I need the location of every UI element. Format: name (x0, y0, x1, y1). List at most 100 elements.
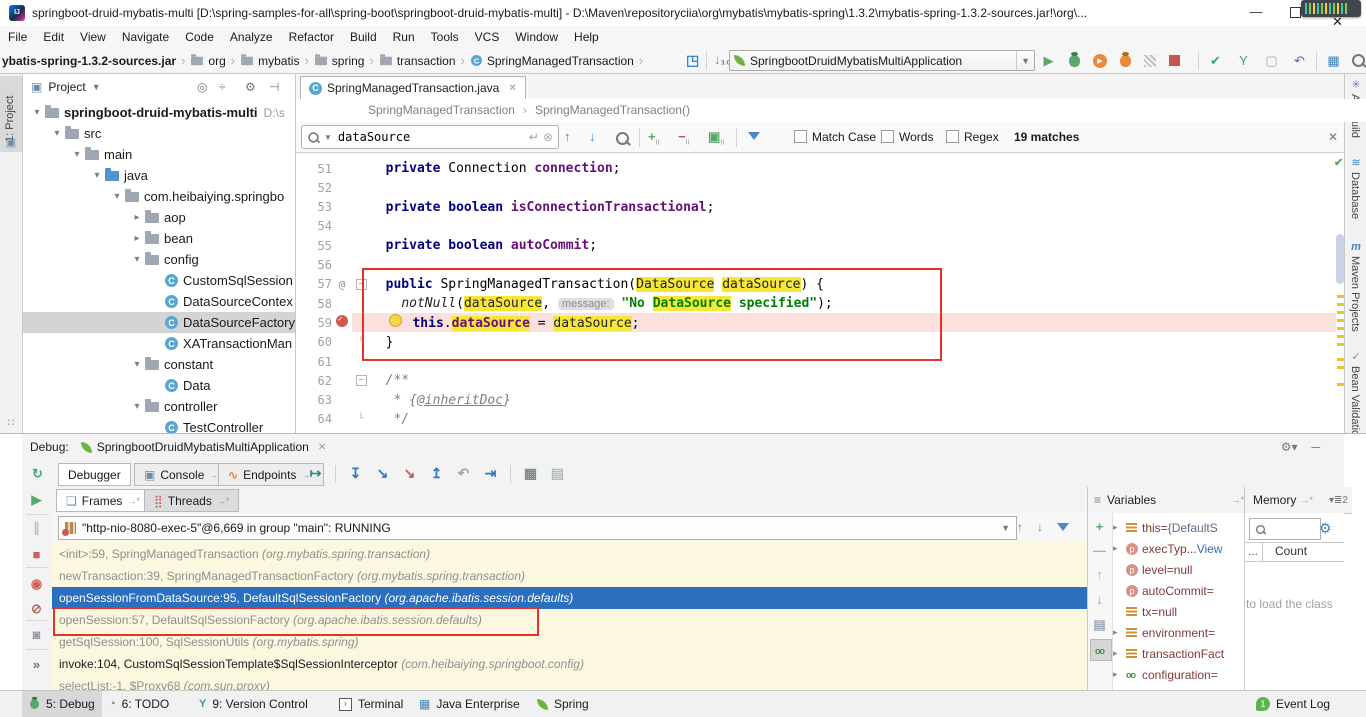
tree-item-com.heibaiying.springbo[interactable]: ▾com.heibaiying.springbo (23, 186, 295, 207)
stripe-mark[interactable] (1337, 327, 1344, 330)
variable-this[interactable]: ▸this = {DefaultS (1113, 517, 1245, 538)
gear-icon[interactable]: ⚙▾ (1281, 440, 1298, 454)
tree-chevron-icon[interactable]: ▾ (29, 107, 45, 118)
stop-button[interactable] (1169, 55, 1180, 66)
breadcrumb-item[interactable]: spring (314, 54, 365, 68)
copy-button[interactable]: ▤ (1092, 617, 1107, 632)
clear-search-icon[interactable]: ⊗ (543, 130, 553, 144)
tree-chevron-icon[interactable]: ▾ (89, 170, 105, 181)
tree-item-datasourcefactory[interactable]: CDataSourceFactory (23, 312, 295, 333)
resume-button[interactable]: ▶ (29, 492, 44, 507)
code-line-58[interactable]: 58 notNull(dataSource, message: "No Data… (296, 294, 1336, 313)
tree-item-customsqlsession[interactable]: CCustomSqlSession (23, 270, 295, 291)
tab-threads[interactable]: ⣿Threads→* (144, 489, 239, 512)
variable-level[interactable]: plevel = null (1113, 559, 1245, 580)
code-line-61[interactable]: 61 (296, 352, 1336, 371)
toolwindow-spring-button[interactable]: Spring (530, 691, 596, 717)
gear-icon[interactable]: ⚙ (1319, 520, 1332, 537)
editor-scrollbar-thumb[interactable] (1336, 234, 1344, 284)
remove-selection-icon[interactable]: −II (678, 129, 689, 147)
tree-chevron-icon[interactable]: ▾ (129, 359, 145, 370)
toolwindow-java-enterprise-button[interactable]: ▦ Java Enterprise (412, 691, 527, 717)
stack-frame[interactable]: <init>:59, SpringManagedTransaction (org… (52, 543, 1087, 565)
mute-breakpoints-button[interactable]: ⊘ (29, 601, 44, 616)
tree-chevron-icon[interactable]: ▸ (129, 233, 145, 244)
stack-frame[interactable]: getSqlSession:100, SqlSessionUtils (org.… (52, 631, 1087, 653)
layout-icon[interactable]: ▾≣2 (1329, 495, 1348, 506)
error-stripe[interactable] (1337, 153, 1344, 433)
regex-checkbox[interactable]: Regex (946, 130, 999, 144)
stripe-mark[interactable] (1337, 303, 1344, 306)
breadcrumb-class[interactable]: SpringManagedTransaction (368, 103, 515, 117)
tree-chevron-icon[interactable]: ▾ (69, 149, 85, 160)
more-button[interactable]: » (29, 657, 44, 672)
toolwindow-terminal-button[interactable]: › Terminal (332, 691, 410, 717)
tree-item-src[interactable]: ▾src (23, 123, 295, 144)
expand-chevron-icon[interactable]: ▸ (1113, 522, 1126, 533)
select-all-occurrences-icon[interactable]: ▣II (708, 129, 724, 147)
toolwindow-project-tab[interactable]: 1: Project (4, 80, 16, 142)
code-line-60[interactable]: 60└ } (296, 333, 1336, 352)
float-icon[interactable]: →* (1231, 495, 1244, 505)
toolwindow-database-tab[interactable]: Database (1349, 172, 1361, 230)
code-line-59[interactable]: 59 this.dataSource = dataSource; (296, 313, 1336, 332)
tree-chevron-icon[interactable]: ▾ (109, 191, 125, 202)
up-frame-icon[interactable]: ↑ (1017, 520, 1023, 534)
menu-analyze[interactable]: Analyze (222, 26, 281, 48)
tab-debugger[interactable]: Debugger (58, 463, 131, 486)
tree-chevron-icon[interactable]: ▾ (129, 254, 145, 265)
step-over-icon[interactable]: ↧ (348, 466, 363, 481)
toolwindow-todo-button[interactable]: ◔ 6: TODO (102, 691, 176, 717)
debug-button[interactable] (1069, 55, 1080, 67)
memory-search-field[interactable] (1249, 518, 1321, 540)
tree-item-springboot-druid-mybatis-multi[interactable]: ▾springboot-druid-mybatis-multiD:\s (23, 102, 295, 123)
remove-watch-button[interactable]: — (1092, 543, 1107, 558)
close-session-icon[interactable]: ✕ (318, 442, 326, 453)
stripe-mark[interactable] (1337, 366, 1344, 369)
menu-code[interactable]: Code (177, 26, 222, 48)
variable-tx[interactable]: tx = null (1113, 601, 1245, 622)
run-with-coverage-button[interactable] (1093, 54, 1107, 68)
stack-frame[interactable]: selectList:-1, $Proxy68 (com.sun.proxy) (52, 675, 1087, 691)
breadcrumb-item[interactable]: mybatis (240, 54, 299, 68)
hide-frames-filter-icon[interactable] (1057, 523, 1069, 531)
menu-navigate[interactable]: Navigate (114, 26, 177, 48)
match-case-checkbox[interactable]: Match Case (794, 130, 876, 144)
variable-configuration[interactable]: ▸ooconfiguration = (1113, 664, 1245, 685)
menu-window[interactable]: Window (507, 26, 566, 48)
tree-chevron-icon[interactable]: ▾ (49, 128, 65, 139)
menu-build[interactable]: Build (342, 26, 385, 48)
recent-files-button[interactable]: ▦ (1326, 53, 1341, 68)
drop-frame-icon[interactable]: ↶ (456, 466, 471, 481)
code-line-52[interactable]: 52 (296, 178, 1336, 197)
menu-tools[interactable]: Tools (423, 26, 467, 48)
panel-divider[interactable] (1244, 487, 1245, 691)
stack-frame[interactable]: newTransaction:39, SpringManagedTransact… (52, 565, 1087, 587)
stripe-mark[interactable] (1337, 319, 1344, 322)
code-line-54[interactable]: 54 (296, 217, 1336, 236)
stripe-mark[interactable] (1337, 311, 1344, 314)
force-step-into-icon[interactable]: ↘ (402, 466, 417, 481)
variable-transactionfact[interactable]: ▸transactionFact (1113, 643, 1245, 664)
update-project-button[interactable]: ✔ (1208, 53, 1223, 68)
compare-button[interactable]: ▢ (1264, 53, 1279, 68)
tree-item-main[interactable]: ▾main (23, 144, 295, 165)
menu-vcs[interactable]: VCS (467, 26, 508, 48)
hide-panel-icon[interactable]: ─ (1311, 440, 1320, 454)
next-occurrence-icon[interactable]: ↓ (589, 129, 596, 144)
fold-marker[interactable]: − (352, 279, 370, 290)
pause-button[interactable]: ∥ (29, 520, 44, 535)
down-frame-icon[interactable]: ↓ (1037, 520, 1043, 534)
run-to-cursor-icon[interactable]: ⇥ (483, 466, 498, 481)
show-watches-button[interactable]: oo (1092, 643, 1107, 658)
menu-edit[interactable]: Edit (35, 26, 72, 48)
debug-session-tab[interactable]: SpringbootDruidMybatisMultiApplication ✕ (81, 440, 327, 454)
tree-item-data[interactable]: CData (23, 375, 295, 396)
code-line-55[interactable]: 55 private boolean autoCommit; (296, 236, 1336, 255)
menu-file[interactable]: File (0, 26, 35, 48)
tab-frames[interactable]: ❑Frames→* (56, 489, 150, 512)
coverage-filter-button[interactable] (1144, 55, 1156, 67)
stop-button[interactable]: ■ (29, 547, 44, 562)
tree-item-java[interactable]: ▾java (23, 165, 295, 186)
move-down-button[interactable]: ↓ (1092, 592, 1107, 607)
